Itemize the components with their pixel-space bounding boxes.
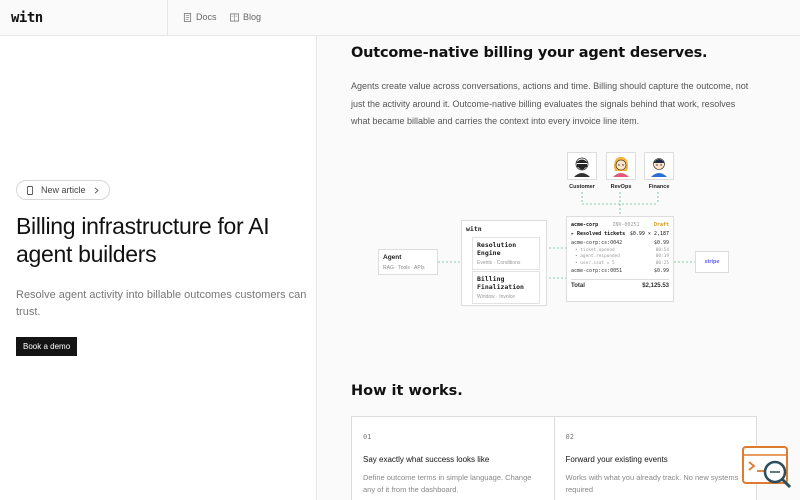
how-it-works-cards: 01 Say exactly what success looks like D…: [351, 416, 757, 500]
billing-finalization-sub: Window · Invoice: [477, 294, 516, 300]
resolution-engine-title: Resolution Engine: [477, 241, 517, 257]
sub2-value: 00:19: [655, 254, 669, 260]
persona-customer: Customer: [567, 152, 597, 190]
step-title: Say exactly what success looks like: [363, 455, 490, 464]
total-value: $2,125.53: [642, 282, 669, 289]
step-title: Forward your existing events: [565, 455, 668, 464]
diagram-connectors: [438, 192, 695, 279]
resolution-engine-node: Resolution Engine Events · Conditions: [472, 237, 540, 270]
sub1-value: 00:54: [655, 247, 669, 253]
witn-title: witn: [466, 225, 482, 233]
hero-subtitle: Resolve agent activity into billable out…: [16, 289, 307, 318]
hero-panel: New article Billing infrastructure for A…: [0, 36, 317, 500]
invoice-card: acme-corp INV-00251 Draft ▸ Resolved tic…: [566, 216, 674, 302]
invoice-total-row: Total $2,125.53: [571, 278, 669, 290]
billing-flow-diagram: Customer RevOps Finance Agent RAG · Tool…: [370, 148, 740, 308]
step-number: 01: [363, 433, 372, 441]
billing-finalization-title: Billing Finalization: [477, 275, 524, 291]
hero-title: Billing infrastructure for AI agent buil…: [16, 213, 270, 267]
sub2-label: • agent.responded: [575, 254, 620, 260]
invoice-number: INV-00251: [612, 221, 640, 228]
revops-avatar-icon: [613, 157, 629, 177]
witn-node: witn Resolution Engine Events · Conditio…: [461, 220, 547, 306]
persona-finance-label: Finance: [648, 184, 670, 190]
invoice-line-2: acme-corp:cs:0051 $0.99: [571, 267, 669, 276]
agent-sub: RAG · Tools · APIs: [383, 265, 425, 271]
section-title: Outcome-native billing your agent deserv…: [351, 45, 708, 61]
how-it-works-title: How it works.: [351, 383, 463, 399]
nav-docs-link[interactable]: Docs: [183, 12, 217, 22]
step-card-2: 02 Forward your existing events Works wi…: [553, 417, 757, 500]
new-article-pill[interactable]: New article: [16, 180, 110, 200]
code-search-icon: [742, 446, 792, 489]
sub3-value: 00:25: [655, 260, 669, 266]
step-desc: Define outcome terms in simple language.…: [363, 473, 532, 494]
sub3-label: • user.csat = 5: [575, 260, 615, 266]
section-paragraph: Agents create value across conversations…: [351, 81, 749, 126]
phone-icon: [27, 185, 33, 195]
persona-revops: RevOps: [606, 152, 636, 190]
top-header: witn Docs Blog: [0, 0, 800, 36]
agent-title: Agent: [383, 254, 402, 261]
book-demo-button[interactable]: Book a demo: [16, 337, 78, 356]
stripe-node: stripe: [695, 251, 729, 273]
search-widget-button[interactable]: [741, 445, 793, 490]
nav-docs-label: Docs: [196, 12, 217, 22]
persona-revops-label: RevOps: [610, 184, 632, 190]
document-icon: [183, 12, 192, 22]
pill-label: New article: [41, 185, 86, 195]
agent-node: Agent RAG · Tools · APIs: [378, 249, 438, 275]
nav-blog-label: Blog: [243, 12, 262, 22]
resolved-label: ▸ Resolved tickets: [571, 230, 626, 237]
logo[interactable]: witn: [11, 10, 43, 26]
chevron-right-icon: [94, 186, 99, 194]
customer-avatar-icon: [574, 157, 590, 177]
book-icon: [230, 12, 239, 22]
step-number: 02: [565, 433, 574, 441]
total-label: Total: [571, 282, 585, 289]
step-desc: Works with what you already track. No ne…: [565, 473, 739, 494]
invoice-status: Draft: [653, 221, 669, 228]
line1-amount: $0.99: [653, 239, 669, 246]
invoice-header: acme-corp INV-00251 Draft: [571, 220, 669, 229]
line2-amount: $0.99: [653, 268, 669, 274]
billing-finalization-node: Billing Finalization Window · Invoice: [472, 271, 540, 304]
line1-id: acme-corp:cs:0042: [571, 239, 623, 246]
line2-id: acme-corp:cs:0051: [571, 268, 623, 274]
invoice-line-1: acme-corp:cs:0042 $0.99: [571, 238, 669, 247]
nav-blog-link[interactable]: Blog: [230, 12, 261, 22]
step-card-1: 01 Say exactly what success looks like D…: [352, 417, 554, 500]
invoice-resolved-row: ▸ Resolved tickets $0.99 × 2,187: [571, 229, 669, 238]
persona-customer-label: Customer: [569, 184, 595, 190]
resolution-engine-sub: Events · Conditions: [477, 260, 521, 266]
sub1-label: • ticket.opened: [575, 247, 615, 253]
persona-finance: Finance: [644, 152, 674, 190]
header-divider: [167, 0, 168, 36]
invoice-customer: acme-corp: [571, 221, 599, 228]
resolved-value: $0.99 × 2,187: [629, 230, 669, 237]
finance-avatar-icon: [651, 158, 667, 177]
